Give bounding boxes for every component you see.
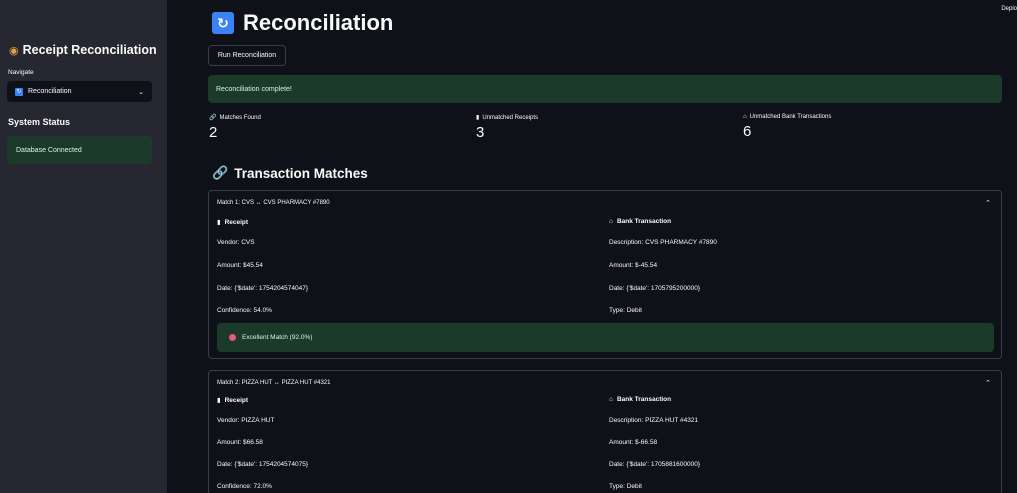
navigate-select-value: Reconciliation [28, 88, 72, 95]
match-expander: Match 1: CVS ↔ CVS PHARMACY #7890 ⌃ ▮ Rec… [208, 190, 1002, 359]
section-title: 🔗 Transaction Matches [212, 165, 368, 181]
chevron-up-icon: ⌃ [985, 380, 991, 387]
link-icon: 🔗 [209, 115, 217, 121]
metric-label: Unmatched Receipts [482, 114, 539, 121]
receipt-confidence: Confidence: 72.0% [217, 483, 272, 490]
receipt-amount: Amount: $66.58 [217, 439, 263, 446]
receipt-vendor: Vendor: CVS [217, 239, 255, 246]
bank-heading: ⌂ Bank Transaction [609, 396, 672, 403]
bank-amount: Amount: $-45.54 [609, 262, 658, 269]
refresh-icon: ↻ [15, 87, 23, 96]
deploy-button[interactable]: Deplo [1001, 6, 1017, 12]
bank-date: Date: {'$date': 1705881600000} [609, 461, 701, 468]
run-reconciliation-button[interactable]: Run Reconciliation [208, 45, 286, 66]
receipt-heading: ▮ Receipt [217, 396, 249, 405]
bank-icon: ⌂ [743, 114, 747, 120]
metric-unmatched-bank: ⌂ Unmatched Bank Transactions 6 [743, 114, 831, 140]
match-quality-text: Excellent Match (92.0%) [242, 334, 313, 341]
match-header-text: Match 2: PIZZA HUT ↔ PIZZA HUT #4321 [217, 380, 331, 386]
match-expander-header[interactable]: Match 2: PIZZA HUT ↔ PIZZA HUT #4321 ⌃ [209, 371, 1001, 395]
target-icon [229, 334, 236, 341]
refresh-icon: ↻ [212, 12, 234, 34]
bank-description: Description: PIZZA HUT #4321 [609, 417, 699, 424]
bank-type: Type: Debit [609, 483, 642, 490]
receipt-amount: Amount: $45.54 [217, 262, 263, 269]
page-title: ↻ Reconciliation [212, 10, 393, 36]
page-title-text: Reconciliation [243, 10, 394, 35]
receipt-date: Date: {'$date': 1754204574075} [217, 461, 309, 468]
metric-label: Unmatched Bank Transactions [749, 114, 832, 120]
navigate-label: Navigate [8, 69, 34, 76]
receipt-heading: ▮ Receipt [217, 218, 249, 227]
metric-label: Matches Found [219, 114, 261, 121]
link-icon: 🔗 [212, 165, 229, 180]
metric-value: 3 [476, 124, 485, 141]
match-expander: Match 2: PIZZA HUT ↔ PIZZA HUT #4321 ⌃ ▮… [208, 370, 1002, 493]
document-icon: ▮ [476, 115, 480, 121]
sidebar: ◉ Receipt Reconciliation Navigate ↻ Recon… [0, 0, 167, 493]
match-expander-header[interactable]: Match 1: CVS ↔ CVS PHARMACY #7890 ⌃ [209, 191, 1001, 215]
bank-icon: ⌂ [609, 218, 613, 225]
section-title-text: Transaction Matches [234, 165, 368, 181]
sidebar-title: ◉ Receipt Reconciliation [9, 43, 157, 57]
metric-value: 6 [743, 123, 752, 140]
match-quality-alert: Excellent Match (92.0%) [217, 323, 994, 352]
document-icon: ▮ [217, 219, 221, 226]
metric-value: 2 [209, 124, 218, 141]
match-header-text: Match 1: CVS ↔ CVS PHARMACY #7890 [217, 200, 330, 206]
receipt-vendor: Vendor: PIZZA HUT [217, 417, 275, 424]
system-status-title: System Status [8, 117, 71, 127]
chevron-down-icon: ⌄ [138, 88, 144, 96]
bank-description: Description: CVS PHARMACY #7890 [609, 239, 717, 246]
bank-date: Date: {'$date': 1705795200000} [609, 285, 701, 292]
money-bag-icon: ◉ [9, 45, 19, 57]
receipt-confidence: Confidence: 54.0% [217, 307, 272, 314]
bank-icon: ⌂ [609, 396, 613, 403]
bank-heading: ⌂ Bank Transaction [609, 218, 672, 225]
success-alert: Reconciliation complete! [208, 75, 1002, 103]
chevron-up-icon: ⌃ [985, 200, 991, 207]
bank-type: Type: Debit [609, 307, 642, 314]
bank-amount: Amount: $-66.58 [609, 439, 658, 446]
sidebar-title-text: Receipt Reconciliation [22, 43, 157, 57]
metric-matches-found: 🔗 Matches Found 2 [209, 114, 261, 142]
db-status-badge: Database Connected [7, 136, 152, 164]
metric-unmatched-receipts: ▮ Unmatched Receipts 3 [476, 114, 539, 142]
navigate-select[interactable]: ↻ Reconciliation ⌄ [7, 81, 152, 102]
receipt-date: Date: {'$date': 1754204574047} [217, 285, 309, 292]
document-icon: ▮ [217, 397, 221, 404]
